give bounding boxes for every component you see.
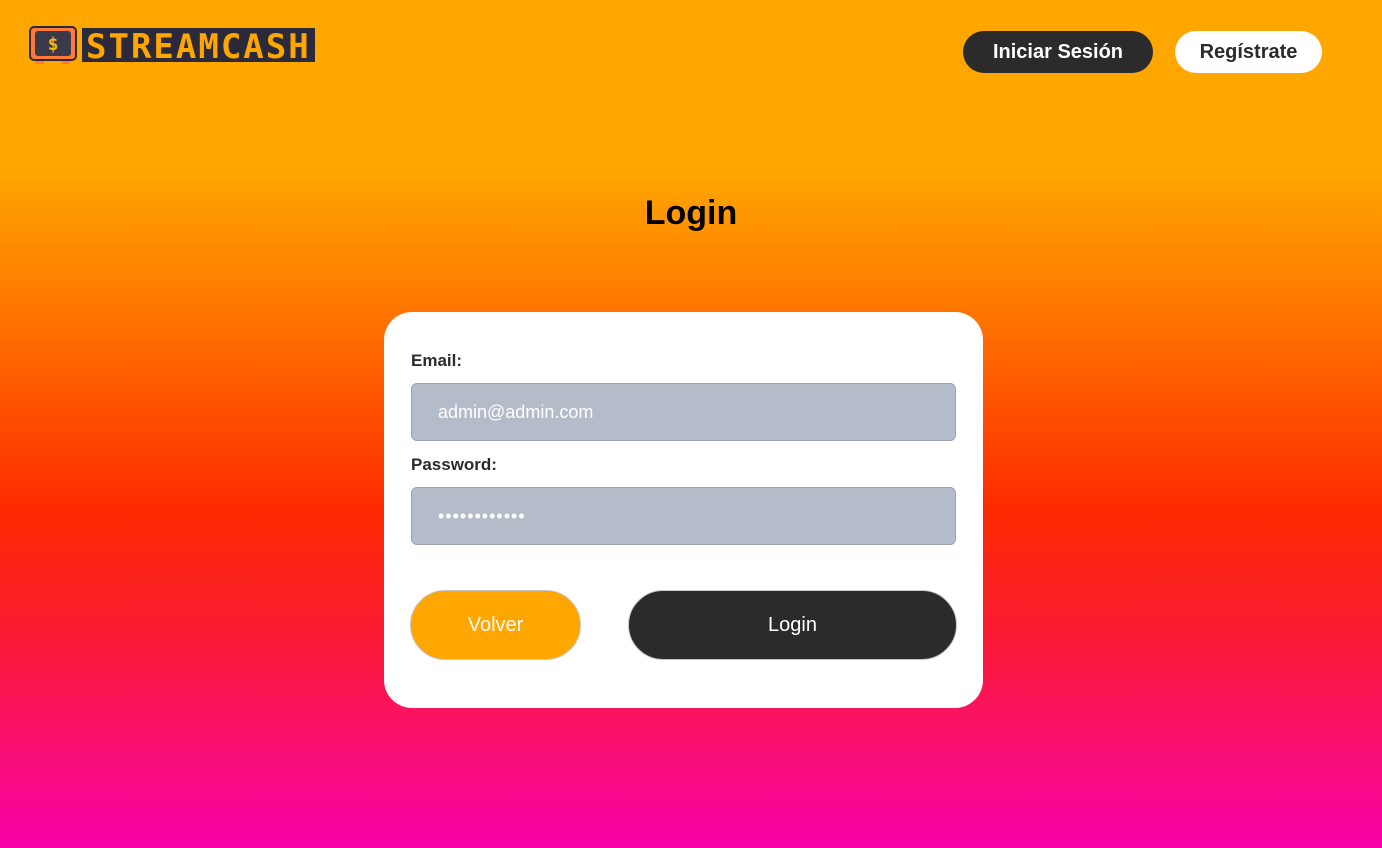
nav-register-button[interactable]: Regístrate xyxy=(1175,31,1322,73)
email-label: Email: xyxy=(411,351,463,370)
password-label: Password: xyxy=(411,455,497,474)
login-form: Email: Password: Volver Login xyxy=(384,312,983,708)
top-nav: Iniciar Sesión Regístrate xyxy=(963,31,1322,73)
nav-login-button[interactable]: Iniciar Sesión xyxy=(963,31,1153,73)
tv-dollar-icon: $ xyxy=(28,25,78,65)
password-field[interactable] xyxy=(411,487,956,545)
page-title: Login xyxy=(644,194,738,232)
svg-text:$: $ xyxy=(48,34,59,55)
brand-logo[interactable]: $ STREAMCASH xyxy=(28,24,315,66)
login-submit-button[interactable]: Login xyxy=(628,590,957,660)
email-field[interactable] xyxy=(411,383,956,441)
brand-name: STREAMCASH xyxy=(82,28,315,62)
back-button[interactable]: Volver xyxy=(410,590,581,660)
